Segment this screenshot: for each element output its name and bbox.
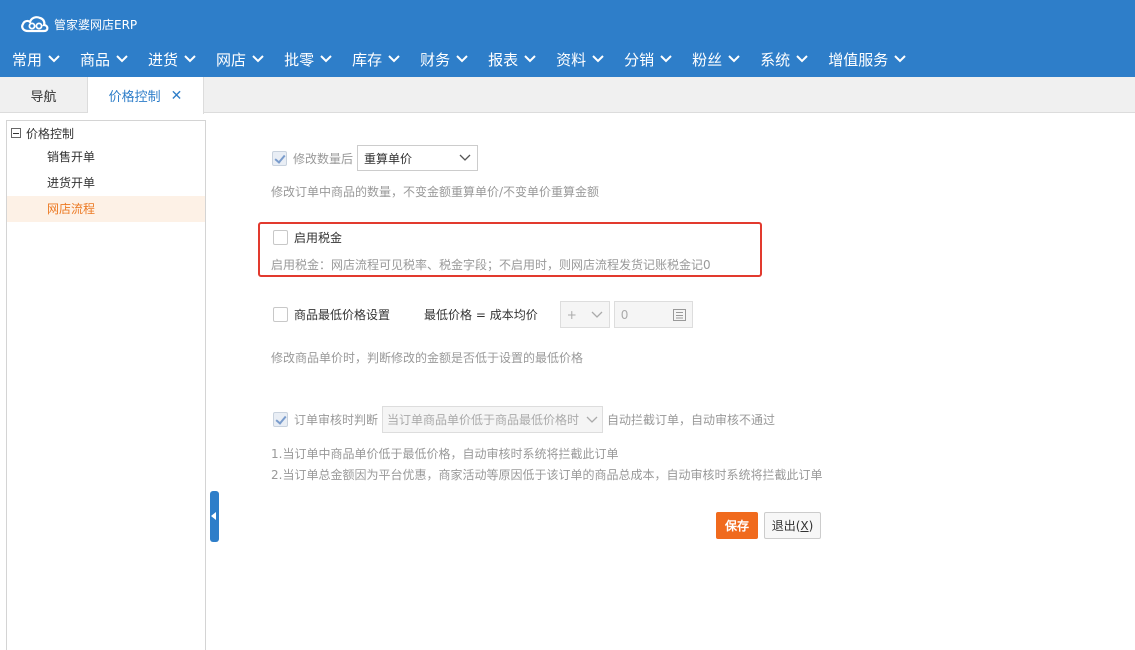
menu-item-xitong[interactable]: 系统 <box>760 49 808 70</box>
chevron-down-icon <box>320 55 332 63</box>
cloud-logo-icon <box>21 16 49 33</box>
chevron-down-icon <box>48 55 60 63</box>
chevron-down-icon <box>459 154 471 161</box>
audit-select-value: 当订单商品单价低于商品最低价格时 <box>387 413 580 427</box>
menu-item-wangdian[interactable]: 网店 <box>216 49 264 70</box>
qty-setting-row: 修改数量后 重算单价 <box>272 145 479 171</box>
chevron-down-icon <box>252 55 264 63</box>
chevron-down-icon <box>524 55 536 63</box>
sidebar-tree: 价格控制 销售开单 进货开单 网店流程 <box>6 120 206 650</box>
calculator-icon[interactable] <box>672 308 686 321</box>
tab-price-control[interactable]: 价格控制 ✕ <box>88 77 204 114</box>
chevron-down-icon <box>116 55 128 63</box>
qty-select-value: 重算单价 <box>364 151 413 166</box>
menu-item-label: 分销 <box>624 50 655 69</box>
tax-checkbox-label: 启用税金 <box>294 231 343 245</box>
menu-item-label: 常用 <box>12 50 43 69</box>
tax-checkbox[interactable] <box>273 230 288 245</box>
collapse-minus-icon[interactable] <box>11 128 21 138</box>
audit-condition-select[interactable]: 当订单商品单价低于商品最低价格时 <box>382 406 604 433</box>
tree-root-label: 价格控制 <box>26 126 75 141</box>
qty-recalc-select[interactable]: 重算单价 <box>357 145 479 171</box>
exit-button[interactable]: 退出(X) <box>764 512 821 539</box>
min-price-checkbox[interactable] <box>273 307 288 322</box>
tax-setting-row: 启用税金 <box>273 229 342 246</box>
chevron-down-icon <box>796 55 808 63</box>
chevron-down-icon <box>660 55 672 63</box>
exit-label-prefix: 退出( <box>771 519 801 533</box>
menu-item-piling[interactable]: 批零 <box>284 49 332 70</box>
tree-item-online-store-flow[interactable]: 网店流程 <box>7 196 205 222</box>
menu-item-label: 系统 <box>760 50 791 69</box>
chevron-down-icon <box>184 55 196 63</box>
menu-item-label: 财务 <box>420 50 451 69</box>
app-title: 管家婆网店ERP <box>54 17 138 32</box>
tab-label: 导航 <box>30 89 57 105</box>
menu-item-changyong[interactable]: 常用 <box>12 49 60 70</box>
min-price-setting-row: 商品最低价格设置 最低价格 = 成本均价 + 0 <box>273 301 693 328</box>
menu-item-label: 增值服务 <box>828 50 889 69</box>
chevron-down-icon <box>456 55 468 63</box>
menu-item-ziliao[interactable]: 资料 <box>556 49 604 70</box>
qty-checkbox[interactable] <box>272 150 287 166</box>
min-price-checkbox-label: 商品最低价格设置 <box>294 308 391 322</box>
chevron-down-icon <box>728 55 740 63</box>
audit-description-1: 1.当订单中商品单价低于最低价格，自动审核时系统将拦截此订单 <box>271 447 619 461</box>
sidebar-collapse-handle[interactable] <box>210 491 219 542</box>
min-price-operator-select[interactable]: + <box>559 301 610 328</box>
audit-checkbox-label: 订单审核时判断 <box>294 413 379 427</box>
menu-item-zengzhi[interactable]: 增值服务 <box>828 49 906 70</box>
min-price-description: 修改商品单价时，判断修改的金额是否低于设置的最低价格 <box>271 351 584 365</box>
qty-checkbox-label: 修改数量后 <box>293 151 354 166</box>
audit-setting-row: 订单审核时判断 当订单商品单价低于商品最低价格时 自动拦截订单，自动审核不通过 <box>273 406 775 433</box>
menu-item-fensi[interactable]: 粉丝 <box>692 49 740 70</box>
tax-description: 启用税金：网店流程可见税率、税金字段；不启用时，则网店流程发货记账税金记0 <box>271 258 711 272</box>
operator-value: + <box>566 307 577 322</box>
audit-checkbox[interactable] <box>273 412 288 427</box>
qty-description: 修改订单中商品的数量，不变金额重算单价/不变单价重算金额 <box>271 185 600 199</box>
menu-item-caiwu[interactable]: 财务 <box>420 49 468 70</box>
menu-item-label: 库存 <box>352 50 383 69</box>
main-menu: 常用 商品 进货 网店 批零 库存 财务 报表 资料 分销 粉丝 系统 增值服务 <box>0 46 914 72</box>
menu-item-shangpin[interactable]: 商品 <box>80 49 128 70</box>
amount-value: 0 <box>620 307 629 322</box>
menu-item-label: 批零 <box>284 50 315 69</box>
menu-item-kucun[interactable]: 库存 <box>352 49 400 70</box>
menu-item-label: 商品 <box>80 50 111 69</box>
chevron-down-icon <box>388 55 400 63</box>
menu-item-label: 进货 <box>148 50 179 69</box>
save-button[interactable]: 保存 <box>716 512 758 539</box>
tree-item-sales-order[interactable]: 销售开单 <box>7 144 205 170</box>
app-logo: 管家婆网店ERP <box>20 13 137 35</box>
menu-item-label: 报表 <box>488 50 519 69</box>
menu-item-label: 粉丝 <box>692 50 723 69</box>
exit-shortcut-key: X <box>800 518 809 533</box>
menu-item-label: 网店 <box>216 50 247 69</box>
chevron-down-icon <box>591 311 603 318</box>
min-price-amount-input[interactable]: 0 <box>613 301 693 328</box>
menu-item-baobiao[interactable]: 报表 <box>488 49 536 70</box>
menu-item-label: 资料 <box>556 50 587 69</box>
min-price-formula-label: 最低价格 = 成本均价 <box>424 308 538 322</box>
tab-navigation[interactable]: 导航 <box>0 77 88 113</box>
audit-description-2: 2.当订单总金额因为平台优惠，商家活动等原因低于该订单的商品总成本，自动审核时系… <box>271 468 823 482</box>
tab-label: 价格控制 <box>108 90 161 105</box>
tree-root[interactable]: 价格控制 <box>7 122 205 144</box>
tree-item-purchase-order[interactable]: 进货开单 <box>7 170 205 196</box>
menu-item-jinhuo[interactable]: 进货 <box>148 49 196 70</box>
chevron-down-icon <box>592 55 604 63</box>
top-bar: 管家婆网店ERP 常用 商品 进货 网店 批零 库存 财务 报表 资料 分销 粉… <box>0 0 1135 77</box>
chevron-down-icon <box>586 416 598 423</box>
chevron-down-icon <box>894 55 906 63</box>
menu-item-fenxiao[interactable]: 分销 <box>624 49 672 70</box>
exit-label-suffix: ) <box>808 518 814 533</box>
close-icon[interactable]: ✕ <box>171 88 183 104</box>
tab-bar: 导航 价格控制 ✕ <box>0 77 1135 114</box>
audit-suffix: 自动拦截订单，自动审核不通过 <box>607 413 776 427</box>
